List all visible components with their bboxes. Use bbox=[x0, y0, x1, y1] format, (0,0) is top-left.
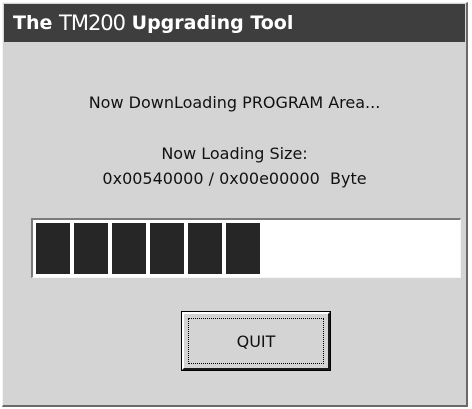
quit-button-label: QUIT bbox=[188, 318, 324, 364]
title-bar[interactable]: The TM200 Upgrading Tool bbox=[4, 4, 465, 42]
upgrade-dialog-window: The TM200 Upgrading Tool Now DownLoading… bbox=[2, 2, 468, 407]
title-prefix: The bbox=[13, 11, 59, 34]
loading-size-value: 0x00540000 / 0x00e00000 Byte bbox=[102, 169, 367, 188]
progress-block bbox=[188, 223, 222, 274]
download-progress-bar bbox=[31, 218, 461, 278]
progress-block bbox=[74, 223, 108, 274]
progress-block bbox=[112, 223, 146, 274]
loading-size-label: Now Loading Size: bbox=[161, 144, 308, 163]
title-brand: TM200 bbox=[59, 10, 126, 35]
progress-block bbox=[150, 223, 184, 274]
quit-button[interactable]: QUIT bbox=[182, 312, 330, 370]
progress-block bbox=[226, 223, 260, 274]
title-suffix: Upgrading Tool bbox=[125, 11, 294, 34]
download-status-message: Now DownLoading PROGRAM Area... bbox=[88, 93, 381, 112]
progress-fill bbox=[36, 223, 260, 274]
progress-block bbox=[36, 223, 70, 274]
